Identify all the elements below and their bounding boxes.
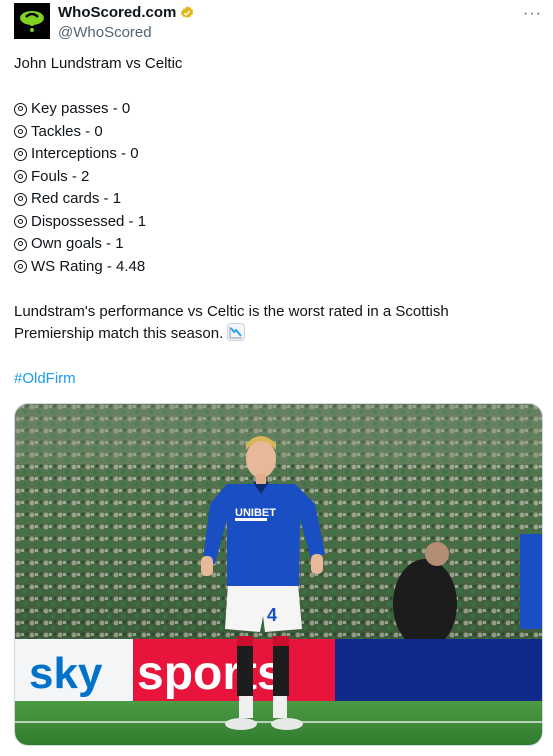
stat-line: Fouls - 2	[14, 166, 524, 189]
stat-text: WS Rating - 4.48	[31, 257, 146, 275]
summary-line: Lundstram's performance vs Celtic is the…	[14, 302, 449, 320]
summary-line: Premiership match this season.	[14, 323, 524, 346]
chart-decreasing-icon	[227, 323, 246, 341]
tweet-photo[interactable]: sky sports 4 UNIBET	[14, 403, 543, 746]
match-photo: sky sports 4 UNIBET	[15, 404, 542, 745]
bullseye-icon	[14, 102, 27, 116]
stat-line: Interceptions - 0	[14, 143, 524, 166]
stat-line: Red cards - 1	[14, 188, 524, 211]
verified-badge-icon[interactable]	[179, 5, 195, 21]
jersey-sponsor: UNIBET	[235, 507, 276, 519]
user-handle[interactable]: @WhoScored	[58, 24, 152, 41]
board-sports-text: sports	[137, 647, 284, 700]
stat-line: Key passes - 0	[14, 98, 524, 121]
more-options-icon[interactable]: ···	[523, 5, 542, 23]
bullseye-icon	[14, 260, 27, 274]
name-row: WhoScored.com	[58, 4, 195, 21]
stat-text: Interceptions - 0	[31, 145, 139, 162]
avatar[interactable]	[14, 3, 50, 39]
tweet-title: John Lundstram vs Celtic	[14, 55, 183, 72]
stat-text: Own goals - 1	[31, 235, 124, 252]
stat-line: Own goals - 1	[14, 233, 524, 256]
whoscored-logo-icon	[14, 3, 50, 39]
hashtag-line: #OldFirm	[14, 368, 524, 391]
board-sky-text: sky	[29, 649, 103, 698]
bullseye-icon	[14, 237, 27, 251]
tweet-header: WhoScored.com @WhoScored ···	[14, 3, 544, 43]
tweet-body: John Lundstram vs Celtic Key passes - 0 …	[14, 53, 524, 391]
stat-text: Fouls - 2	[31, 167, 90, 185]
stat-text: Red cards - 1	[31, 190, 122, 207]
stat-line: Tackles - 0	[14, 121, 524, 144]
stat-text: Key passes - 0	[31, 100, 131, 117]
display-name[interactable]: WhoScored.com	[58, 4, 176, 21]
summary-text: Premiership match this season.	[14, 325, 224, 342]
stat-text: Dispossessed - 1	[31, 212, 147, 230]
stat-text: Tackles - 0	[31, 122, 103, 140]
bullseye-icon	[14, 125, 27, 139]
hashtag-link[interactable]: #OldFirm	[14, 370, 76, 387]
bullseye-icon	[14, 215, 27, 229]
bullseye-icon	[14, 147, 27, 161]
bullseye-icon	[14, 170, 27, 184]
stat-line: WS Rating - 4.48	[14, 256, 524, 279]
bullseye-icon	[14, 192, 27, 206]
shorts-number: 4	[267, 605, 277, 625]
stat-line: Dispossessed - 1	[14, 211, 524, 234]
